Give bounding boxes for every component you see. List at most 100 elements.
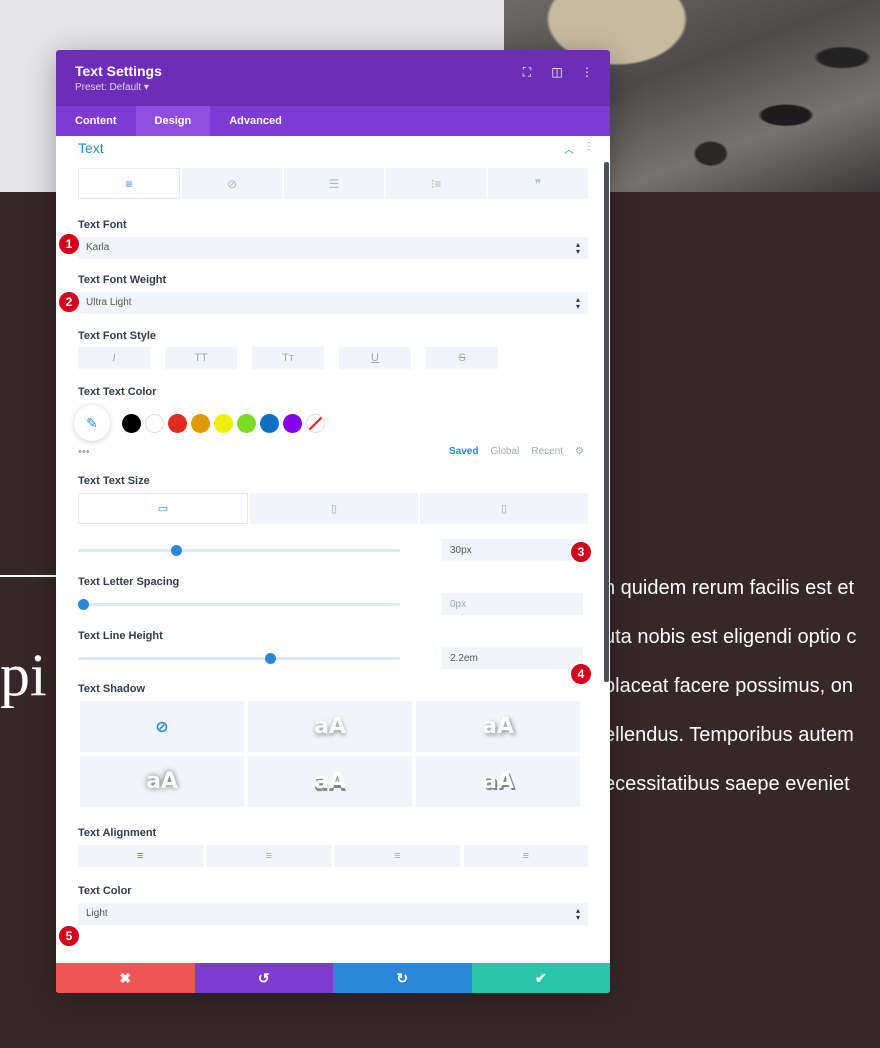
letter-spacing-slider[interactable] (78, 598, 400, 610)
text-size-slider[interactable] (78, 544, 400, 556)
align-center-icon[interactable]: ≡ (206, 845, 331, 867)
align-right-icon[interactable]: ≡ (335, 845, 460, 867)
letter-spacing-input[interactable]: 0px (442, 593, 583, 615)
letter-spacing-row: 0px (78, 593, 588, 615)
swatch-black[interactable] (122, 413, 141, 433)
page-body-text: n quidem rerum facilis est et uta nobis … (604, 572, 880, 817)
swatch-orange[interactable] (191, 413, 210, 433)
columns-icon[interactable]: ◫ (550, 65, 564, 80)
recent-colors-tab[interactable]: Recent (531, 446, 563, 460)
preset-dropdown[interactable]: Preset: Default ▾ (75, 82, 591, 93)
alignment-buttons: ≡ ≡ ≡ ≡ (78, 845, 588, 867)
section-header[interactable]: Text ︿ ⋮ (78, 138, 594, 158)
select-arrows-icon: ▴ ▾ (575, 240, 580, 256)
number-list-icon[interactable]: ⁝≡ (386, 168, 486, 199)
text-subtabs: ≡ ⊘ ☰ ⁝≡ ❞ (78, 168, 588, 199)
swatch-green[interactable] (237, 413, 256, 433)
quote-icon[interactable]: ❞ (488, 168, 588, 199)
swatch-blue[interactable] (260, 413, 279, 433)
redo-button[interactable]: ↻ (333, 963, 472, 993)
body-line: ecessitatibus saepe eveniet (604, 773, 850, 795)
undo-button[interactable]: ↺ (194, 963, 333, 993)
eyedropper-icon[interactable]: ✎ (74, 405, 110, 441)
text-shadow-label: Text Shadow (78, 683, 146, 695)
modal-scrollbar[interactable] (604, 162, 609, 682)
swatch-red[interactable] (168, 413, 187, 433)
select-arrows-icon: ▴ ▾ (575, 295, 580, 311)
link-icon[interactable]: ⊘ (182, 168, 282, 199)
uppercase-button[interactable]: TT (165, 347, 237, 369)
annotation-marker-1: 1 (58, 233, 80, 255)
text-color-select[interactable]: Light ▴ ▾ (78, 903, 588, 925)
saved-colors-tab[interactable]: Saved (449, 446, 478, 460)
text-font-select[interactable]: Karla ▴ ▾ (78, 237, 588, 259)
underline-button[interactable]: U (339, 347, 411, 369)
select-arrows-icon: ▴ ▾ (575, 906, 580, 922)
swatch-clear[interactable] (306, 413, 325, 433)
text-settings-modal: Text Settings Preset: Default ▾ ⛶ ◫ ⋮ Co… (56, 50, 610, 993)
annotation-marker-5: 5 (58, 925, 80, 947)
shadow-preset-2[interactable]: aA (416, 701, 580, 752)
capitalize-button[interactable]: Tт (252, 347, 324, 369)
shadow-preset-4[interactable]: aA (248, 756, 412, 807)
align-justify-icon[interactable]: ≡ (463, 845, 588, 867)
shadow-preset-1[interactable]: aA (248, 701, 412, 752)
section-more-icon[interactable]: ⋮ (584, 141, 594, 156)
save-button[interactable]: ✔ (471, 963, 610, 993)
modal-footer: ✖ ↺ ↻ ✔ (56, 963, 610, 993)
tab-content[interactable]: Content (56, 106, 136, 136)
tab-design[interactable]: Design (135, 106, 211, 136)
modal-header[interactable]: Text Settings Preset: Default ▾ ⛶ ◫ ⋮ (56, 50, 610, 106)
swatch-white[interactable] (145, 413, 164, 433)
global-colors-tab[interactable]: Global (490, 446, 519, 460)
italic-button[interactable]: I (78, 347, 150, 369)
font-style-buttons: I TT Tт U S (78, 347, 588, 369)
text-text-size-label: Text Text Size (78, 475, 150, 487)
body-line: ellendus. Temporibus autem (604, 724, 854, 746)
text-shadow-presets: ⊘ aA aA aA aA aA (80, 701, 588, 807)
modal-tabs: Content Design Advanced (56, 106, 610, 136)
undo-icon: ↺ (257, 969, 270, 986)
desktop-icon[interactable]: ▭ (78, 493, 248, 524)
focus-icon[interactable]: ⛶ (520, 65, 534, 80)
align-left-icon[interactable]: ≡ (78, 845, 203, 867)
divider-line (0, 575, 60, 577)
device-tabs: ▭ ▯ ▯ (78, 493, 588, 524)
bullet-list-icon[interactable]: ☰ (284, 168, 384, 199)
shadow-preset-3[interactable]: aA (80, 756, 244, 807)
annotation-marker-2: 2 (58, 291, 80, 313)
more-colors-icon[interactable]: ••• (78, 446, 90, 460)
text-alignment-label: Text Alignment (78, 827, 157, 839)
phone-icon[interactable]: ▯ (420, 493, 588, 524)
redo-icon: ↻ (396, 969, 409, 986)
text-size-input[interactable]: 30px (442, 539, 583, 561)
swatch-purple[interactable] (283, 413, 302, 433)
strikethrough-button[interactable]: S (426, 347, 498, 369)
body-line: n quidem rerum facilis est et (604, 577, 855, 599)
slider-knob[interactable] (264, 652, 276, 664)
text-size-row: 30px (78, 539, 588, 561)
letter-spacing-label: Text Letter Spacing (78, 576, 180, 588)
page-heading-fragment: pi (0, 642, 47, 708)
more-icon[interactable]: ⋮ (580, 65, 594, 80)
line-height-slider[interactable] (78, 652, 400, 664)
text-font-weight-label: Text Font Weight (78, 274, 167, 286)
slider-knob[interactable] (171, 544, 183, 556)
annotation-marker-4: 4 (570, 663, 592, 685)
modal-title: Text Settings (75, 63, 162, 79)
slider-knob[interactable] (78, 598, 89, 610)
text-font-value: Karla (86, 242, 110, 253)
text-font-weight-value: Ultra Light (86, 297, 132, 308)
text-color-value: Light (86, 908, 108, 919)
no-shadow-icon[interactable]: ⊘ (80, 701, 244, 752)
shadow-preset-5[interactable]: aA (416, 756, 580, 807)
cancel-button[interactable]: ✖ (56, 963, 195, 993)
line-height-input[interactable]: 2.2em (442, 647, 583, 669)
chevron-up-icon[interactable]: ︿ (564, 141, 574, 156)
text-font-weight-select[interactable]: Ultra Light ▴ ▾ (78, 292, 588, 314)
swatch-yellow[interactable] (214, 413, 233, 433)
tablet-icon[interactable]: ▯ (250, 493, 418, 524)
align-left-icon[interactable]: ≡ (78, 168, 180, 199)
gear-icon[interactable]: ⚙ (575, 446, 584, 460)
tab-advanced[interactable]: Advanced (210, 106, 301, 136)
